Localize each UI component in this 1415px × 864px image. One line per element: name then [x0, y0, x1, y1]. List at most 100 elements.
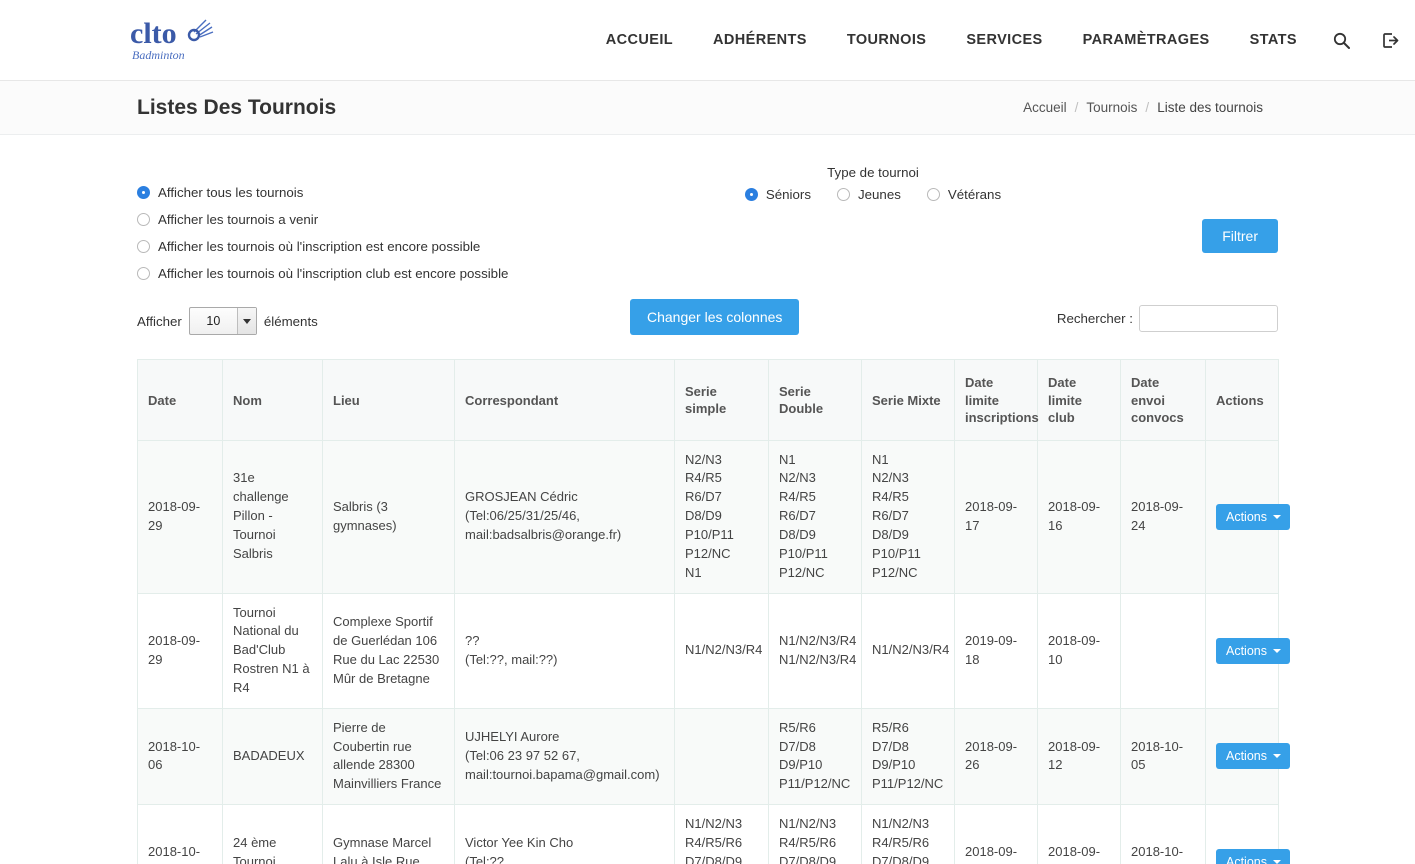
- cell-serie-simple: [674, 707, 769, 806]
- cell-date: 2018-09-29: [137, 592, 223, 709]
- radio-icon[interactable]: [137, 267, 150, 280]
- breadcrumb-item-tournois[interactable]: Tournois: [1086, 100, 1137, 115]
- brand-logo[interactable]: clto Badminton: [130, 16, 231, 64]
- column-header-date[interactable]: Date: [137, 359, 223, 441]
- column-header-date-envoi-convocs[interactable]: Date envoi convocs: [1120, 359, 1206, 441]
- nav-item-adherents[interactable]: ADHÉRENTS: [693, 32, 827, 48]
- cell-serie-double: N1/N2/N3/R4 N1/N2/N3/R4: [768, 592, 862, 709]
- cell-date-limite-club: 2018-09-16: [1037, 439, 1121, 594]
- type-option-label: Vétérans: [947, 187, 1002, 202]
- table-row: 2018-10-06 BADADEUX Pierre de Coubertin ru…: [137, 707, 1290, 806]
- cell-lieu: Complexe Sportif de Guerlédan 106 Rue du…: [322, 592, 455, 709]
- cell-correspondant: ?? (Tel:??, mail:??): [454, 592, 675, 709]
- radio-icon[interactable]: [137, 213, 150, 226]
- cell-serie-simple: N1/N2/N3 R4/R5/R6 D7/D8/D9 P10/P11 /P12/…: [674, 804, 769, 864]
- filter-panel: Afficher tous les tournois Afficher les …: [137, 135, 1278, 287]
- nav-item-services[interactable]: SERVICES: [946, 32, 1062, 48]
- cell-date-limite-club: 2018-09-10: [1037, 592, 1121, 709]
- nav-item-tournois[interactable]: TOURNOIS: [827, 32, 946, 48]
- cell-actions: Actions: [1205, 592, 1290, 709]
- cell-serie-simple: N1/N2/N3/R4: [674, 592, 769, 709]
- search-input[interactable]: [1139, 305, 1278, 332]
- cell-date-limite-club: 2018-09-20: [1037, 804, 1121, 864]
- breadcrumb: Accueil / Tournois / Liste des tournois: [1023, 100, 1263, 115]
- cell-date-envoi-convocs: 2018-10-05: [1120, 707, 1206, 806]
- cell-actions: Actions: [1205, 439, 1290, 594]
- page-length-value: 10: [206, 313, 221, 328]
- column-header-serie-mixte[interactable]: Serie Mixte: [861, 359, 955, 441]
- cell-nom: BADADEUX: [222, 707, 323, 806]
- search-icon[interactable]: [1317, 32, 1366, 49]
- breadcrumb-item-accueil[interactable]: Accueil: [1023, 100, 1067, 115]
- radio-icon[interactable]: [744, 188, 758, 201]
- table-header-row: Date Nom Lieu Correspondant Serie simple…: [137, 359, 1279, 441]
- display-option-upcoming[interactable]: Afficher les tournois a venir: [137, 206, 657, 233]
- caret-down-icon: [1273, 648, 1281, 653]
- page-length-prefix: Afficher: [137, 313, 182, 329]
- column-header-lieu[interactable]: Lieu: [322, 359, 455, 441]
- cell-serie-double: N1/N2/N3 R4/R5/R6 D7/D8/D9 P10/P11 /P12/…: [768, 804, 862, 864]
- cell-correspondant: GROSJEAN Cédric (Tel:06/25/31/25/46, mai…: [454, 439, 675, 594]
- cell-nom: Tournoi National du Bad'Club Rostren N1 …: [222, 592, 323, 709]
- radio-icon[interactable]: [926, 188, 940, 201]
- change-columns-button[interactable]: Changer les colonnes: [630, 299, 800, 335]
- cell-date-envoi-convocs: [1120, 592, 1206, 709]
- actions-dropdown-button[interactable]: Actions: [1216, 849, 1290, 864]
- display-option-label: Afficher les tournois a venir: [158, 212, 319, 227]
- nav-item-parametrages[interactable]: PARAMÈTRAGES: [1063, 32, 1230, 48]
- type-option-veterans[interactable]: Vétérans: [926, 187, 1002, 202]
- column-header-actions: Actions: [1205, 359, 1279, 441]
- display-option-label: Afficher les tournois où l'inscription c…: [158, 266, 509, 281]
- column-header-nom[interactable]: Nom: [222, 359, 323, 441]
- page-length-select[interactable]: 10: [188, 307, 257, 335]
- cell-serie-double: R5/R6 D7/D8 D9/P10 P11/P12/NC: [768, 707, 862, 806]
- cell-date-limite-inscriptions: 2018-09-17: [954, 439, 1038, 594]
- type-option-jeunes[interactable]: Jeunes: [836, 187, 901, 202]
- nav-item-stats[interactable]: STATS: [1230, 32, 1317, 48]
- column-header-date-limite-club[interactable]: Date limite club: [1037, 359, 1121, 441]
- type-option-seniors[interactable]: Séniors: [744, 187, 811, 202]
- type-option-label: Séniors: [765, 187, 811, 202]
- actions-button-label: Actions: [1226, 855, 1267, 864]
- display-option-label: Afficher tous les tournois: [158, 185, 304, 200]
- type-option-label: Jeunes: [857, 187, 901, 202]
- caret-down-icon: [1273, 860, 1281, 864]
- display-option-registration-open[interactable]: Afficher les tournois où l'inscription e…: [137, 233, 657, 260]
- logout-icon[interactable]: [1366, 32, 1415, 49]
- cell-nom: 31e challenge Pillon - Tournoi Salbris: [222, 439, 323, 594]
- cell-correspondant: UJHELYI Aurore (Tel:06 23 97 52 67, mail…: [454, 707, 675, 806]
- radio-icon[interactable]: [137, 186, 150, 199]
- radio-icon[interactable]: [836, 188, 850, 201]
- caret-down-icon: [1273, 754, 1281, 759]
- cell-date-envoi-convocs: 2018-09-24: [1120, 439, 1206, 594]
- main-content: Afficher tous les tournois Afficher les …: [0, 135, 1415, 864]
- cell-serie-mixte: N1/N2/N3 R4/R5/R6 D7/D8/D9 P10/P11 /P12/…: [861, 804, 955, 864]
- column-header-date-limite-inscriptions[interactable]: Date limite inscriptions: [954, 359, 1039, 441]
- cell-serie-mixte: N1 N2/N3 R4/R5 R6/D7 D8/D9 P10/P11 P12/N…: [861, 439, 955, 594]
- nav-item-accueil[interactable]: ACCUEIL: [586, 32, 693, 48]
- actions-dropdown-button[interactable]: Actions: [1216, 743, 1290, 770]
- filter-button[interactable]: Filtrer: [1202, 219, 1278, 253]
- radio-icon[interactable]: [137, 240, 150, 253]
- caret-down-icon: [1273, 514, 1281, 519]
- search-label: Rechercher :: [1056, 311, 1133, 326]
- display-options-group: Afficher tous les tournois Afficher les …: [137, 179, 657, 287]
- table-controls: Afficher 10 éléments Changer les colonne…: [137, 299, 1278, 345]
- column-header-serie-simple[interactable]: Serie simple: [674, 359, 769, 441]
- chevron-down-icon: [236, 308, 256, 334]
- top-navbar: clto Badminton ACCUEIL ADHÉRENTS TOURNOI…: [0, 0, 1415, 81]
- cell-actions: Actions: [1205, 707, 1290, 806]
- column-header-serie-double[interactable]: Serie Double: [768, 359, 862, 441]
- cell-date-limite-inscriptions: 2018-09-26: [954, 707, 1038, 806]
- table-head: Date Nom Lieu Correspondant Serie simple…: [137, 359, 1279, 441]
- column-header-correspondant[interactable]: Correspondant: [454, 359, 675, 441]
- actions-dropdown-button[interactable]: Actions: [1216, 637, 1290, 664]
- actions-dropdown-button[interactable]: Actions: [1216, 503, 1290, 530]
- display-option-all[interactable]: Afficher tous les tournois: [137, 179, 657, 206]
- cell-lieu: Pierre de Coubertin rue allende 28300 Ma…: [322, 707, 455, 806]
- cell-lieu: Salbris (3 gymnases): [322, 439, 455, 594]
- breadcrumb-separator: /: [1074, 100, 1079, 115]
- svg-text:Badminton: Badminton: [132, 48, 185, 62]
- display-option-club-registration-open[interactable]: Afficher les tournois où l'inscription c…: [137, 260, 657, 287]
- table-row: 2018-09-29 31e challenge Pillon - Tournoi…: [137, 439, 1290, 594]
